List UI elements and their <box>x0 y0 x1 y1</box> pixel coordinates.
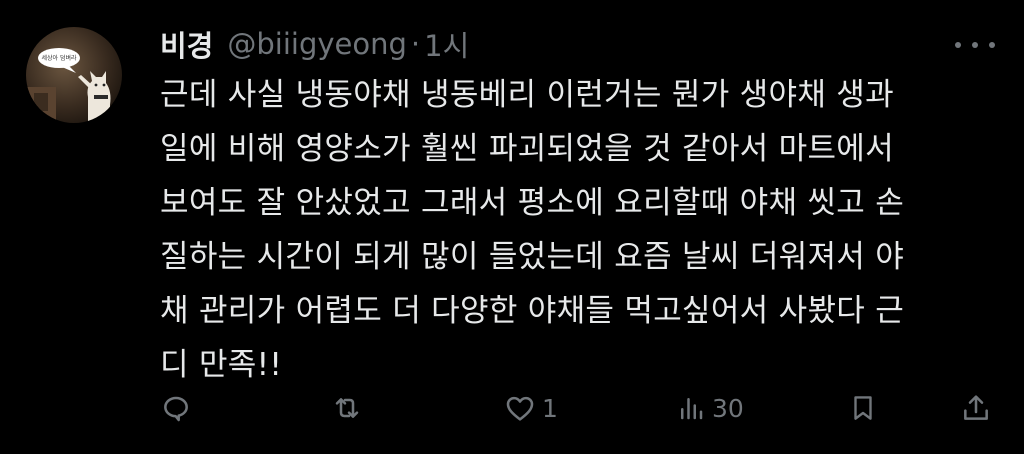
avatar-image: 세상아 덤벼라 <box>26 27 122 123</box>
tweet-text-line: 일에 비해 영양소가 훨씬 파괴되었을 것 같아서 마트에서 <box>160 131 894 167</box>
tweet-actions: 1 30 <box>160 388 1000 428</box>
author-name[interactable]: 비경 <box>160 23 213 65</box>
views-button[interactable]: 30 <box>676 388 744 428</box>
tweet-header: 비경 @biiigyeong · 1시 <box>160 24 469 64</box>
share-icon <box>964 395 988 420</box>
tweet-text-line: 질하는 시간이 되게 많이 들었는데 요즘 날씨 더워져서 야 <box>160 239 905 275</box>
avatar[interactable]: 세상아 덤벼라 <box>26 27 122 123</box>
separator-dot: · <box>410 27 421 61</box>
tweet-text-line: 디 만족!! <box>160 347 283 383</box>
views-icon <box>681 398 703 420</box>
more-dot-icon <box>989 42 995 48</box>
retweet-button[interactable] <box>330 388 364 428</box>
more-dot-icon <box>955 42 961 48</box>
share-button[interactable] <box>960 388 992 428</box>
tweet-text-line: 채 관리가 어렵도 더 다양한 야채들 먹고싶어서 사봤다 근 <box>160 293 905 329</box>
more-options-button[interactable] <box>955 30 995 60</box>
tweet-text-line: 근데 사실 냉동야채 냉동베리 이런거는 뭔가 생야채 생과 <box>160 77 894 113</box>
bookmark-button[interactable] <box>848 388 878 428</box>
heart-icon <box>506 396 534 421</box>
like-button[interactable]: 1 <box>504 388 558 428</box>
reply-icon <box>164 396 188 422</box>
like-count: 1 <box>542 393 558 423</box>
tweet-text: 근데 사실 냉동야채 냉동베리 이런거는 뭔가 생야채 생과 일에 비해 영양소… <box>160 68 990 392</box>
tweet-text-line: 보여도 잘 안샀었고 그래서 평소에 요리할때 야채 씻고 손 <box>160 185 905 221</box>
avatar-bubble-text: 세상아 덤벼라 <box>41 54 77 62</box>
bookmark-icon <box>854 396 872 420</box>
views-count: 30 <box>712 393 744 423</box>
reply-button[interactable] <box>160 388 192 428</box>
author-handle[interactable]: @biiigyeong <box>227 27 407 61</box>
tweet-timestamp[interactable]: 1시 <box>424 23 469 65</box>
more-dot-icon <box>972 42 978 48</box>
retweet-icon <box>335 398 359 418</box>
